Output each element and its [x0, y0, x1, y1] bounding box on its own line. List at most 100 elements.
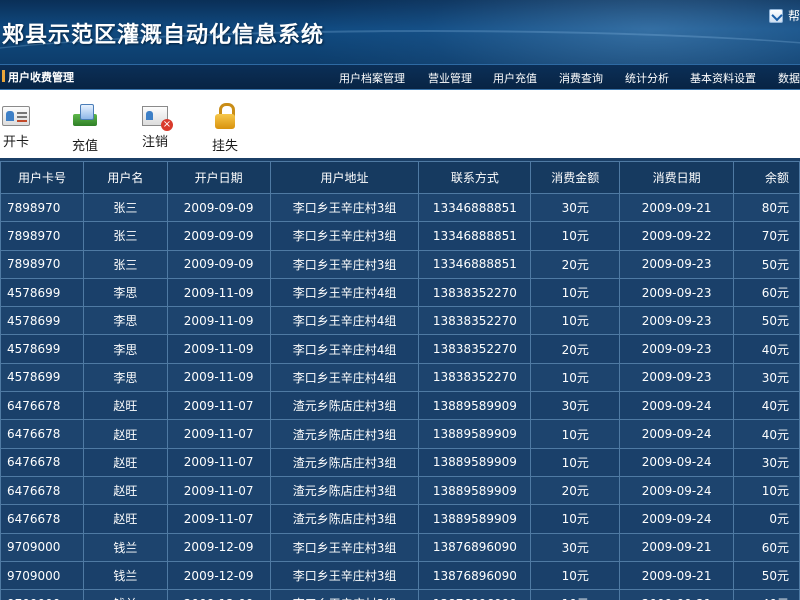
help-button[interactable]: 帮 — [768, 7, 800, 24]
user-name-cell: 赵旺 — [82, 475, 168, 506]
card-number-cell: 7898970 — [0, 249, 84, 279]
table-row[interactable]: 6476678 赵旺 2009-11-07 渣元乡陈店庄村3组 13889589909 1… — [0, 504, 800, 534]
recharge-button[interactable]: 充值 — [71, 102, 99, 154]
column-header[interactable]: 消费金额 — [530, 161, 621, 194]
address-cell: 渣元乡陈店庄村3组 — [269, 419, 420, 449]
report-loss-button[interactable]: 挂失 — [211, 102, 239, 154]
column-header[interactable]: 用户名 — [82, 161, 168, 194]
nav-item-consumption-query[interactable]: 消费查询 — [559, 70, 603, 86]
table-row[interactable]: 9709000钱兰2009-12-09李口乡王辛庄村3组138768960901… — [0, 560, 800, 591]
table-row[interactable]: 4578699 李思 2009-11-09 李口乡王辛庄村4组 13838352270 1… — [0, 362, 800, 393]
balance-cell: 30元 — [733, 362, 800, 393]
card-number-cell: 6476678 — [0, 391, 84, 421]
table-row[interactable]: 4578699 李思 2009-11-09 李口乡王辛庄村4组 13838352270 1… — [0, 277, 800, 308]
consume-date-cell: 2009-09-24 — [619, 504, 735, 534]
table-row[interactable]: 6476678 赵旺 2009-11-07 渣元乡陈店庄村3组 13889589909 2… — [0, 475, 800, 506]
balance-cell: 50元 — [733, 560, 800, 591]
nav-item-data[interactable]: 数据 — [778, 70, 800, 86]
consume-date-cell: 2009-09-23 — [619, 362, 735, 393]
top-nav-bar: 用户收费管理 用户档案管理 营业管理 用户充值 消费查询 统计分析 基本资料设置… — [0, 64, 800, 90]
table-row[interactable]: 9709000 钱兰 2009-12-09 李口乡王辛庄村3组 13876896090 3… — [0, 532, 800, 562]
phone-cell: 13838352270 — [418, 306, 532, 336]
amount-cell: 30元 — [530, 532, 621, 562]
card-number-cell: 7898970 — [0, 192, 84, 223]
card-number-cell: 7898970 — [0, 221, 84, 251]
open-date-cell: 2009-11-07 — [166, 391, 271, 421]
phone-cell: 13838352270 — [418, 362, 532, 393]
open-date-cell: 2009-12-09 — [166, 532, 271, 562]
column-header[interactable]: 用户地址 — [269, 161, 420, 194]
user-name-cell: 李思 — [82, 334, 168, 364]
nav-item-basic-settings[interactable]: 基本资料设置 — [690, 70, 756, 86]
recharge-icon — [71, 102, 99, 130]
address-cell: 李口乡王辛庄村4组 — [269, 334, 420, 364]
table-row[interactable]: 7898970 张三 2009-09-09 李口乡王辛庄村3组 13346888851 2… — [0, 249, 800, 279]
amount-cell: 10元 — [530, 560, 621, 591]
table-row[interactable]: 4578699 李思 2009-11-09 李口乡王辛庄村4组 13838352270 2… — [0, 334, 800, 364]
phone-cell: 13889589909 — [418, 447, 532, 477]
nav-item-business[interactable]: 营业管理 — [428, 70, 472, 86]
app-banner: 郏县示范区灌溉自动化信息系统 帮 — [0, 0, 800, 64]
balance-cell: 40元 — [733, 589, 800, 600]
column-header[interactable]: 余额 — [733, 161, 800, 194]
amount-cell: 20元 — [530, 475, 621, 506]
open-date-cell: 2009-12-09 — [166, 589, 271, 600]
module-title: 用户收费管理 — [2, 70, 74, 84]
open-date-cell: 2009-11-07 — [166, 504, 271, 534]
address-cell: 李口乡王辛庄村4组 — [269, 362, 420, 393]
cancel-card-button[interactable]: 注销 — [142, 102, 173, 150]
column-header[interactable]: 消费日期 — [619, 161, 735, 194]
open-date-cell: 2009-11-07 — [166, 447, 271, 477]
open-date-cell: 2009-11-09 — [166, 277, 271, 308]
user-name-cell: 张三 — [82, 221, 168, 251]
balance-cell: 10元 — [733, 475, 800, 506]
phone-cell: 13346888851 — [418, 192, 532, 223]
table-row[interactable]: 7898970 张三 2009-09-09 李口乡王辛庄村3组 13346888851 1… — [0, 221, 800, 251]
balance-cell: 40元 — [733, 334, 800, 364]
address-cell: 李口乡王辛庄村3组 — [269, 589, 420, 600]
address-cell: 李口乡王辛庄村4组 — [269, 306, 420, 336]
balance-cell: 70元 — [733, 221, 800, 251]
address-cell: 渣元乡陈店庄村3组 — [269, 391, 420, 421]
table-header-row: 用户卡号 用户名 开户日期 用户地址 联系方式 消费金额 消费日期 余额 — [0, 161, 800, 194]
balance-cell: 50元 — [733, 249, 800, 279]
table-row[interactable]: 9709000钱兰2009-12-09李口乡王辛庄村3组138768960901… — [0, 589, 800, 600]
address-cell: 渣元乡陈店庄村3组 — [269, 475, 420, 506]
table-row[interactable]: 4578699 李思 2009-11-09 李口乡王辛庄村4组 13838352270 1… — [0, 306, 800, 336]
lock-icon — [211, 102, 239, 130]
card-number-cell: 9709000 — [0, 560, 84, 591]
balance-cell: 40元 — [733, 419, 800, 449]
card-number-cell: 9709000 — [0, 589, 84, 600]
nav-item-user-records[interactable]: 用户档案管理 — [339, 70, 405, 86]
column-header[interactable]: 开户日期 — [166, 161, 271, 194]
user-name-cell: 李思 — [82, 362, 168, 393]
column-header[interactable]: 用户卡号 — [0, 161, 84, 194]
amount-cell: 10元 — [530, 589, 621, 600]
nav-item-statistics[interactable]: 统计分析 — [625, 70, 669, 86]
consume-date-cell: 2009-09-22 — [619, 221, 735, 251]
phone-cell: 13889589909 — [418, 419, 532, 449]
address-cell: 渣元乡陈店庄村3组 — [269, 447, 420, 477]
data-grid[interactable]: 用户卡号 用户名 开户日期 用户地址 联系方式 消费金额 消费日期 余额 789… — [0, 161, 800, 600]
nav-item-recharge[interactable]: 用户充值 — [493, 70, 537, 86]
open-date-cell: 2009-11-07 — [166, 475, 271, 506]
user-name-cell: 李思 — [82, 306, 168, 336]
card-number-cell: 6476678 — [0, 419, 84, 449]
table-row[interactable]: 6476678 赵旺 2009-11-07 渣元乡陈店庄村3组 13889589909 1… — [0, 447, 800, 477]
open-card-button[interactable]: 开卡 — [2, 102, 30, 150]
table-row[interactable]: 7898970 张三 2009-09-09 李口乡王辛庄村3组 13346888851 3… — [0, 192, 800, 223]
user-name-cell: 赵旺 — [82, 504, 168, 534]
consume-date-cell: 2009-09-24 — [619, 391, 735, 421]
table-row[interactable]: 6476678 赵旺 2009-11-07 渣元乡陈店庄村3组 13889589909 3… — [0, 391, 800, 421]
open-date-cell: 2009-12-09 — [166, 560, 271, 591]
table-row[interactable]: 6476678 赵旺 2009-11-07 渣元乡陈店庄村3组 13889589909 1… — [0, 419, 800, 449]
amount-cell: 10元 — [530, 306, 621, 336]
phone-cell: 13876896090 — [418, 560, 532, 591]
help-label: 帮 — [787, 9, 800, 23]
card-number-cell: 4578699 — [0, 334, 84, 364]
user-name-cell: 李思 — [82, 277, 168, 308]
phone-cell: 13889589909 — [418, 475, 532, 506]
address-cell: 李口乡王辛庄村3组 — [269, 221, 420, 251]
column-header[interactable]: 联系方式 — [418, 161, 532, 194]
help-icon — [768, 8, 783, 23]
